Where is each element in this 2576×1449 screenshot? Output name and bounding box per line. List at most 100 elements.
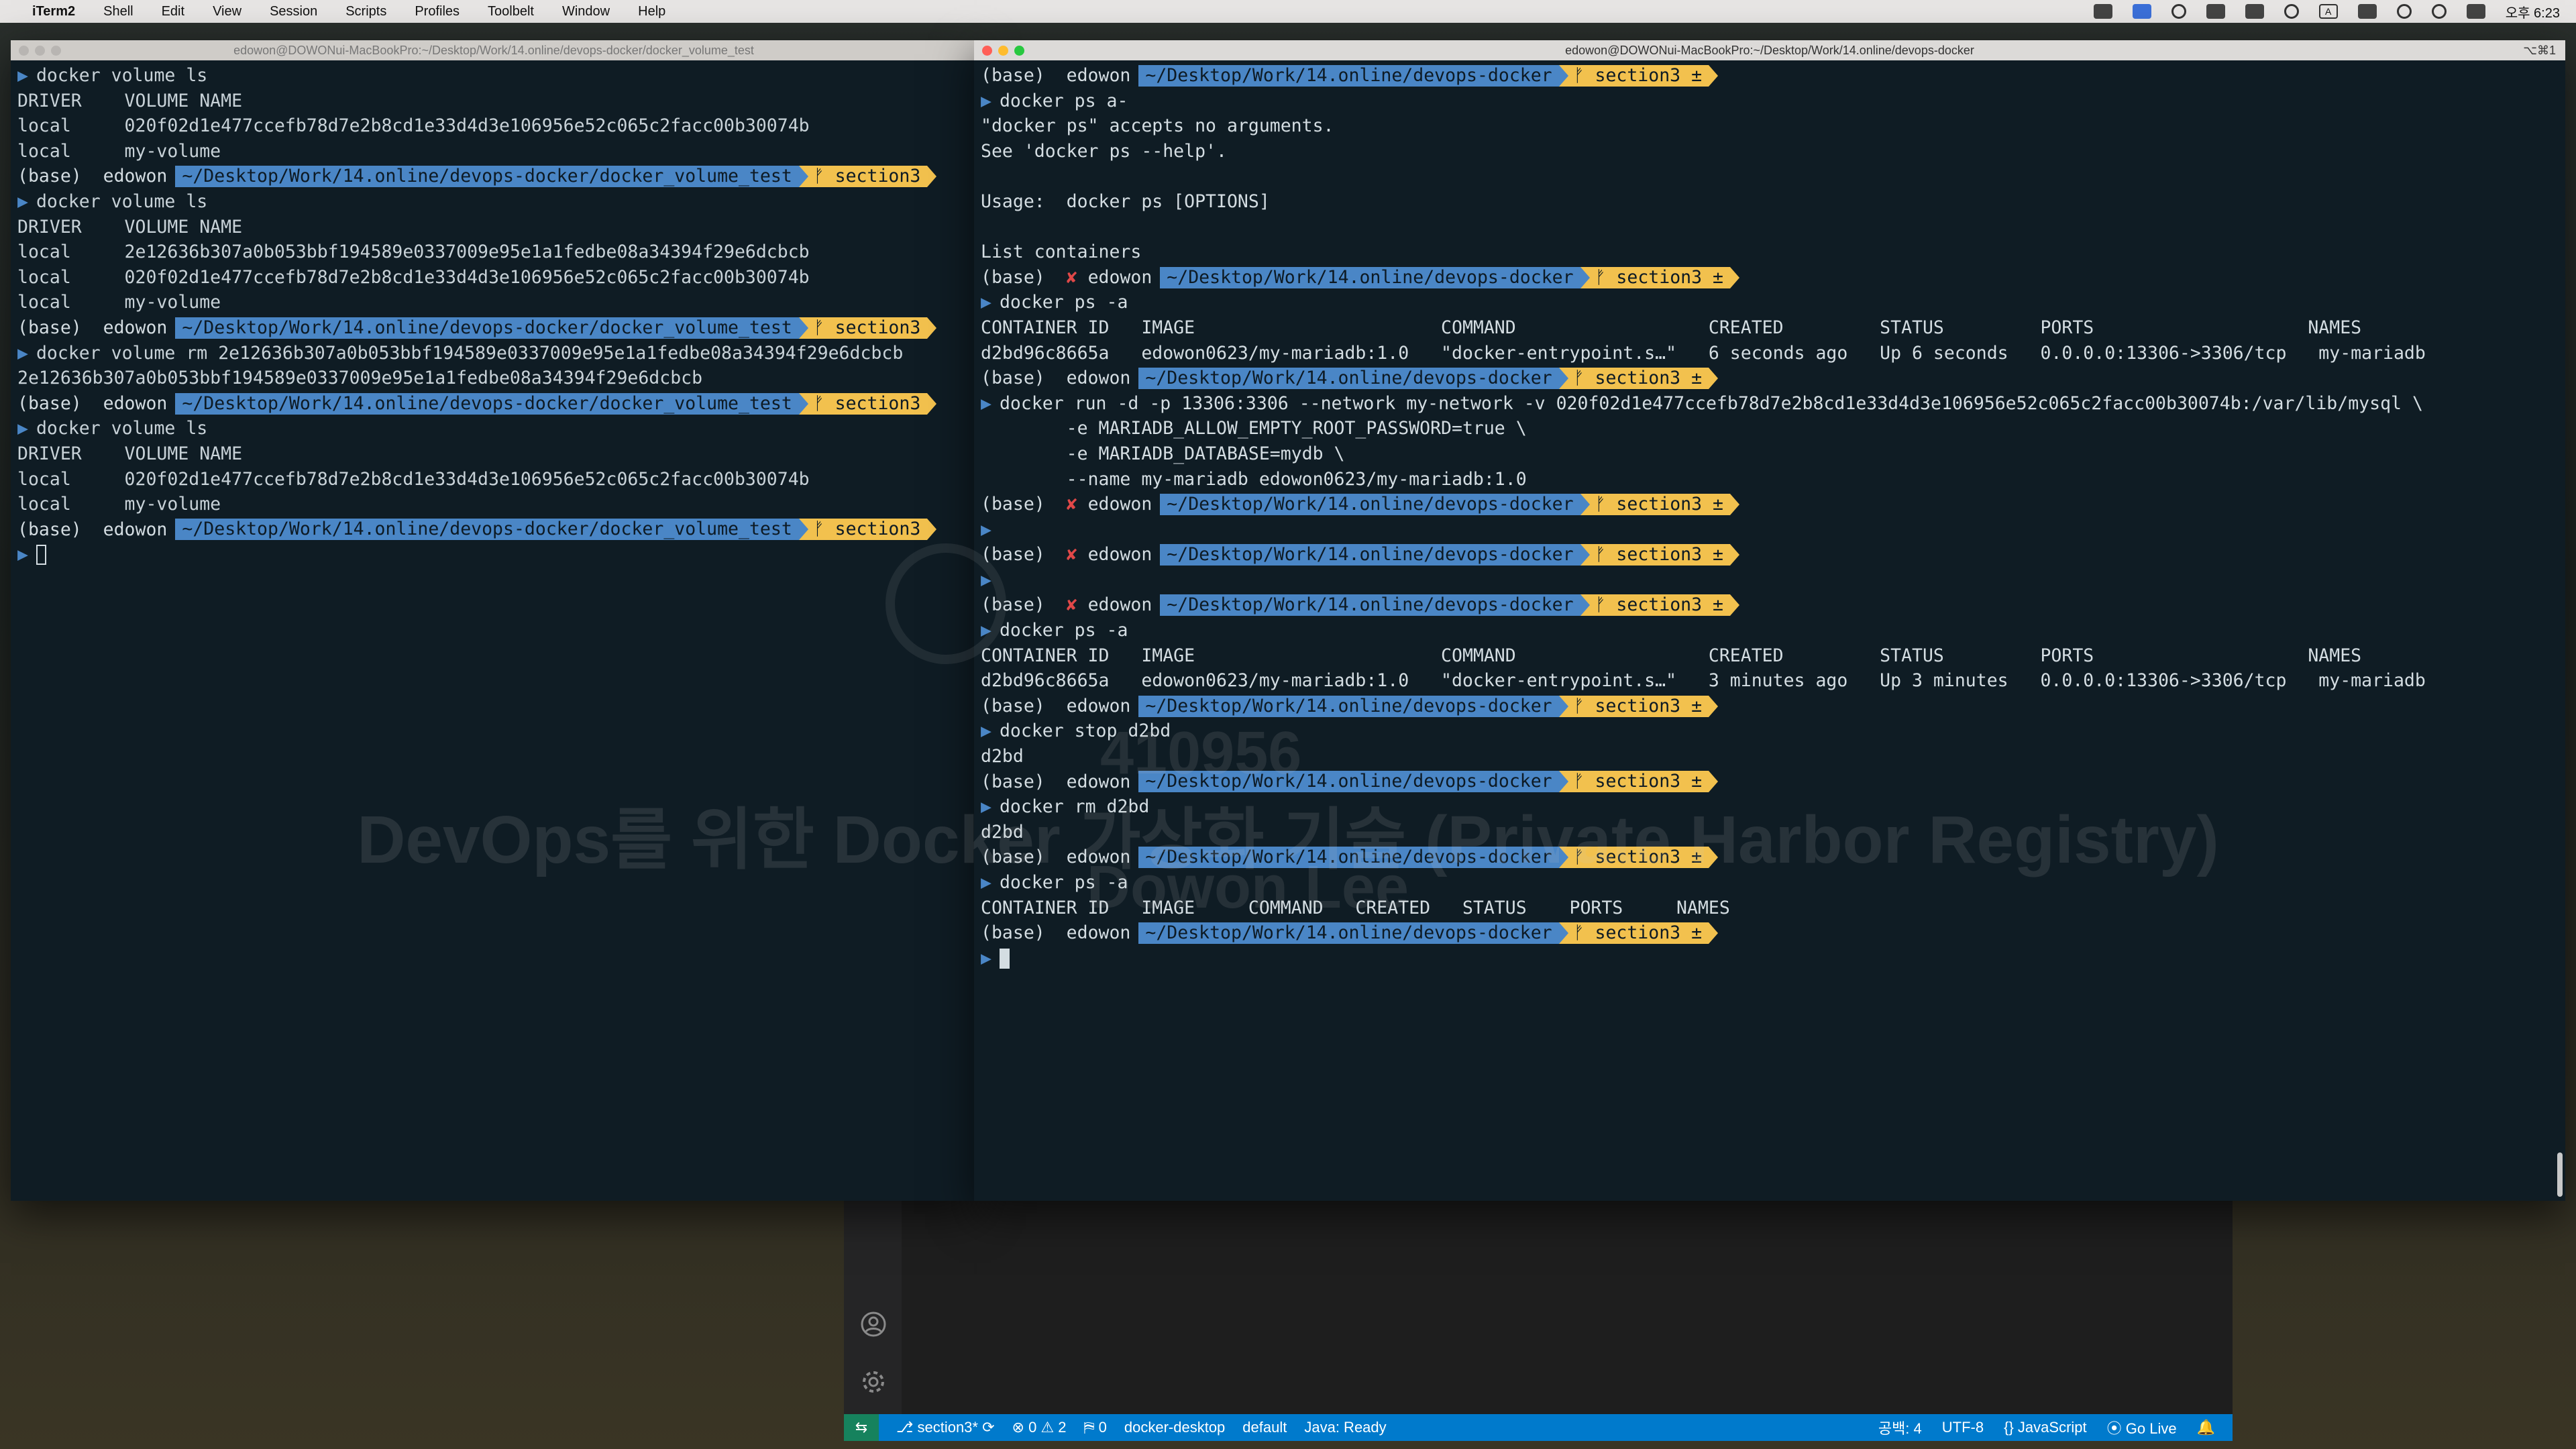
- prompt-user: edowon: [1066, 368, 1131, 389]
- prompt-caret-icon: ▶: [981, 392, 991, 414]
- text-cursor[interactable]: [999, 948, 1010, 969]
- battery-icon[interactable]: [2357, 4, 2377, 19]
- command-line: ▶ docker ps -a: [981, 618, 2559, 643]
- output-line: -e MARIADB_ALLOW_EMPTY_ROOT_PASSWORD=tru…: [981, 416, 2559, 441]
- prompt-error-icon: ✘: [1066, 266, 1088, 288]
- status-ports[interactable]: ⛿ 0: [1084, 1419, 1107, 1436]
- status-java[interactable]: Java: Ready: [1304, 1419, 1386, 1436]
- status-encoding[interactable]: UTF-8: [1942, 1419, 1984, 1436]
- record-icon[interactable]: [2171, 4, 2186, 19]
- terminal-buffer-left[interactable]: ▶ docker volume ls DRIVER VOLUME NAME local…: [11, 60, 977, 568]
- output-text: -e MARIADB_ALLOW_EMPTY_ROOT_PASSWORD=tru…: [981, 418, 1527, 439]
- status-golive[interactable]: ⦿ Go Live: [2107, 1417, 2177, 1438]
- prompt-line: (base) edowon ~/Desktop/Work/14.online/de…: [981, 694, 2559, 719]
- status-language[interactable]: {} JavaScript: [2004, 1419, 2087, 1436]
- minimize-button[interactable]: [35, 46, 45, 56]
- status-indent[interactable]: 공백: 4: [1878, 1417, 1922, 1438]
- terminal-titlebar-right[interactable]: edowon@DOWONui-MacBookPro:~/Desktop/Work…: [974, 40, 2565, 60]
- camera-icon[interactable]: [2206, 4, 2225, 19]
- notifications-bell-icon[interactable]: 🔔: [2197, 1419, 2215, 1436]
- close-button[interactable]: [982, 46, 992, 56]
- docker-status-icon[interactable]: [2093, 4, 2112, 19]
- remote-indicator-icon[interactable]: ⇆: [844, 1414, 879, 1441]
- manage-gear-icon[interactable]: [860, 1368, 887, 1395]
- prompt-git-branch: ᚠ section3 ±: [1580, 266, 1740, 288]
- terminal-title-left: edowon@DOWONui-MacBookPro:~/Desktop/Work…: [233, 44, 754, 57]
- watermark-number: 410956: [1100, 720, 1302, 787]
- output-text: DRIVER VOLUME NAME: [17, 90, 243, 111]
- menu-app-name[interactable]: iTerm2: [32, 4, 75, 19]
- prompt-user: edowon: [1087, 266, 1152, 288]
- menu-window[interactable]: Window: [562, 4, 610, 19]
- spotlight-icon[interactable]: [2431, 4, 2447, 19]
- command-line: ▶ docker volume ls: [17, 416, 970, 441]
- output-line: local my-volume: [17, 290, 970, 315]
- output-text: List containers: [981, 241, 1142, 263]
- prompt-user: edowon: [103, 317, 168, 338]
- status-problems[interactable]: ⊗ 0 ⚠ 2: [1012, 1419, 1067, 1436]
- command-line: ▶ docker ps -a: [981, 290, 2559, 315]
- terminal-window-right[interactable]: edowon@DOWONui-MacBookPro:~/Desktop/Work…: [974, 40, 2565, 1201]
- menu-help[interactable]: Help: [638, 4, 665, 19]
- prompt-git-branch: ᚠ section3: [798, 519, 936, 541]
- output-text: d2bd: [981, 746, 1024, 767]
- wifi-icon[interactable]: [2396, 4, 2412, 19]
- prompt-git-branch: ᚠ section3: [798, 392, 936, 415]
- status-profile[interactable]: default: [1242, 1419, 1287, 1436]
- close-button[interactable]: [19, 46, 29, 56]
- account-icon[interactable]: [860, 1311, 887, 1338]
- prompt-caret-icon: ▶: [981, 947, 991, 969]
- command-text: docker volume ls: [36, 191, 208, 212]
- command-text: docker run -d -p 13306:3306 --network my…: [999, 392, 2423, 414]
- prompt-env: (base): [981, 494, 1067, 515]
- prompt-user: edowon: [103, 392, 168, 414]
- output-line: local 020f02d1e477ccefb78d7e2b8cd1e33d4d…: [17, 265, 970, 290]
- output-line: See 'docker ps --help'.: [981, 139, 2559, 164]
- menu-edit[interactable]: Edit: [162, 4, 184, 19]
- command-text: docker volume ls: [36, 65, 208, 86]
- prompt-dir: ~/Desktop/Work/14.online/devops-docker: [1129, 64, 1568, 87]
- menu-scripts[interactable]: Scripts: [345, 4, 386, 19]
- output-text: local 020f02d1e477ccefb78d7e2b8cd1e33d4d…: [17, 115, 810, 137]
- zoom-button[interactable]: [1014, 46, 1024, 56]
- command-line: ▶: [981, 517, 2559, 543]
- menu-clock[interactable]: 오후 6:23: [2506, 2, 2560, 21]
- prompt-caret-icon: ▶: [17, 65, 28, 86]
- menu-view[interactable]: View: [213, 4, 241, 19]
- zoom-button[interactable]: [51, 46, 61, 56]
- output-text: --name my-mariadb edowon0623/my-mariadb:…: [981, 468, 1527, 490]
- output-line: 2e12636b307a0b053bbf194589e0337009e95e1a…: [17, 366, 970, 391]
- prompt-dir: ~/Desktop/Work/14.online/devops-docker/d…: [166, 519, 809, 541]
- output-text: -e MARIADB_DATABASE=mydb \: [981, 443, 1345, 464]
- terminal-scrollbar[interactable]: [2557, 1152, 2563, 1197]
- command-line: ▶ docker volume ls: [17, 63, 970, 89]
- control-center-icon[interactable]: [2466, 4, 2485, 19]
- output-line: local my-volume: [17, 492, 970, 517]
- menu-session[interactable]: Session: [270, 4, 317, 19]
- prompt-error-icon: ✘: [1066, 544, 1088, 566]
- terminal-titlebar-left[interactable]: edowon@DOWONui-MacBookPro:~/Desktop/Work…: [11, 40, 977, 60]
- screen-share-icon[interactable]: [2132, 4, 2151, 19]
- text-cursor[interactable]: [36, 545, 46, 566]
- status-docker-context[interactable]: docker-desktop: [1124, 1419, 1225, 1436]
- output-line: d2bd96c8665a edowon0623/my-mariadb:1.0 "…: [981, 668, 2559, 694]
- prompt-dir: ~/Desktop/Work/14.online/devops-docker: [1129, 695, 1568, 717]
- menu-toolbelt[interactable]: Toolbelt: [488, 4, 534, 19]
- output-text: d2bd96c8665a edowon0623/my-mariadb:1.0 "…: [981, 670, 2426, 692]
- command-line: ▶ docker run -d -p 13306:3306 --network m…: [981, 391, 2559, 417]
- cloud-icon[interactable]: [2245, 4, 2264, 19]
- output-text: local my-volume: [17, 292, 221, 313]
- prompt-caret-icon: ▶: [981, 292, 991, 313]
- input-source-icon[interactable]: A: [2318, 4, 2338, 19]
- vscode-status-bar: ⇆ ⎇ section3* ⟳ ⊗ 0 ⚠ 2 ⛿ 0 docker-deskt…: [844, 1414, 2233, 1441]
- prompt-dir: ~/Desktop/Work/14.online/devops-docker: [1150, 594, 1590, 616]
- prompt-git-branch: ᚠ section3: [798, 166, 936, 188]
- menu-shell[interactable]: Shell: [103, 4, 133, 19]
- terminal-window-left[interactable]: edowon@DOWONui-MacBookPro:~/Desktop/Work…: [11, 40, 977, 1201]
- prompt-git-branch: ᚠ section3 ±: [1580, 594, 1740, 616]
- menu-profiles[interactable]: Profiles: [415, 4, 460, 19]
- prompt-dir: ~/Desktop/Work/14.online/devops-docker/d…: [166, 166, 809, 188]
- minimize-button[interactable]: [998, 46, 1008, 56]
- clock-icon[interactable]: [2284, 4, 2299, 19]
- status-branch[interactable]: ⎇ section3* ⟳: [896, 1419, 995, 1436]
